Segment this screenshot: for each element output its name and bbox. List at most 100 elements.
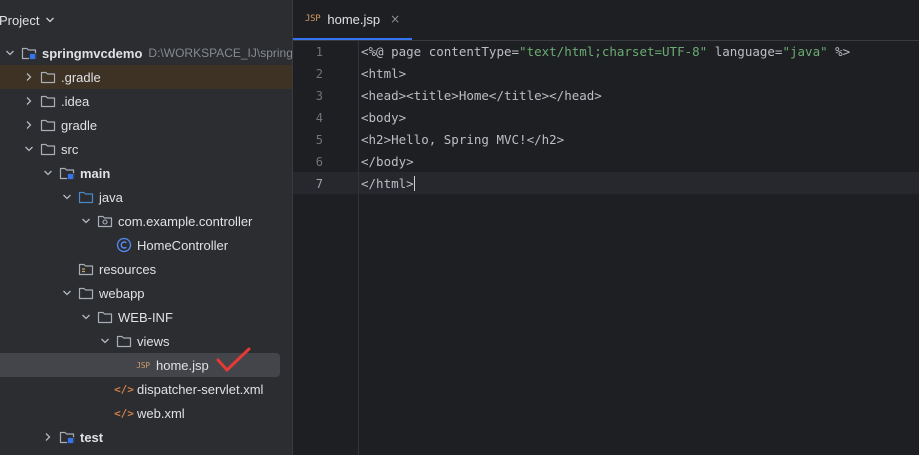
chevron-down-icon[interactable] [60, 190, 74, 204]
chevron-down-icon[interactable] [41, 166, 55, 180]
string-literal: "text/html;charset=UTF-8" [519, 44, 708, 59]
folder-icon [40, 69, 56, 85]
editor-area: JSP home.jsp × 1 2 3 4 5 6 7 <%@ page contentT… [292, 0, 919, 455]
resources-folder-icon [78, 261, 94, 277]
tree-item-label: java [99, 189, 123, 205]
folder-icon [40, 141, 56, 157]
code-line[interactable]: <html> [361, 66, 406, 81]
code-token: <%@ page contentType= [361, 44, 520, 59]
chevron-right-icon[interactable] [22, 118, 36, 132]
tree-item-web-xml[interactable]: </> web.xml [0, 401, 292, 425]
code-token: <h2>Hello, Spring MVC!</h2> [361, 132, 565, 147]
line-number: 4 [315, 111, 323, 125]
jsp-file-icon: JSP [136, 360, 150, 370]
code-line[interactable]: <head><title>Home</title></head> [361, 88, 602, 103]
package-icon [97, 213, 113, 229]
test-folder-icon [59, 429, 75, 445]
code-token: %> [827, 44, 851, 59]
class-icon [116, 237, 132, 253]
tab-home-jsp[interactable]: JSP home.jsp × [293, 0, 413, 40]
tree-item-java[interactable]: java [0, 185, 292, 209]
folder-icon [40, 117, 56, 133]
line-number: 1 [315, 45, 323, 59]
project-panel-title[interactable]: Project [0, 13, 39, 28]
tree-item-src[interactable]: src [0, 137, 292, 161]
tree-item-test[interactable]: test [0, 425, 292, 449]
chevron-down-icon[interactable] [45, 15, 55, 25]
tree-item-webapp[interactable]: webapp [0, 281, 292, 305]
code-token: <head><title>Home</title></head> [361, 88, 602, 103]
chevron-down-icon[interactable] [3, 46, 17, 60]
chevron-down-icon[interactable] [98, 334, 112, 348]
tree-item-web-inf[interactable]: WEB-INF [0, 305, 292, 329]
tree-item-label: views [137, 333, 170, 349]
editor-tab-bar: JSP home.jsp × [293, 0, 919, 41]
tree-item-springmvcdemo[interactable]: springmvcdemo D:\WORKSPACE_IJ\springm [0, 41, 292, 65]
close-icon[interactable]: × [390, 12, 400, 26]
code-line[interactable]: <h2>Hello, Spring MVC!</h2> [361, 132, 564, 147]
xml-file-icon: </> [114, 382, 134, 396]
tree-item-gradle[interactable]: .gradle [0, 65, 292, 89]
module-folder-icon [21, 45, 37, 61]
source-root-folder-icon [59, 165, 75, 181]
folder-icon [97, 309, 113, 325]
tree-item-label: HomeController [137, 237, 229, 253]
code-line[interactable]: </body> [361, 154, 414, 169]
project-panel-header[interactable]: Project [0, 0, 292, 40]
jsp-file-icon: JSP [305, 14, 321, 24]
code-token: <body> [361, 110, 407, 125]
string-literal: "java" [782, 44, 828, 59]
code-token: </body> [361, 154, 414, 169]
tree-item-label: .gradle [61, 69, 101, 85]
tab-label: home.jsp [327, 11, 381, 27]
tree-item-label: springmvcdemo [42, 45, 143, 61]
tree-item-label: home.jsp [156, 357, 209, 373]
code-line[interactable]: <%@ page contentType="text/html;charset=… [361, 44, 850, 59]
line-number: 7 [315, 177, 323, 191]
tree-item-label: gradle [61, 117, 98, 133]
line-number: 2 [315, 67, 323, 81]
red-checkmark-annotation [216, 347, 251, 372]
chevron-down-icon[interactable] [22, 142, 36, 156]
source-folder-icon [78, 189, 94, 205]
tree-item-resources[interactable]: resources [0, 257, 292, 281]
folder-icon [116, 333, 132, 349]
chevron-down-icon[interactable] [60, 286, 74, 300]
tree-item-label: com.example.controller [118, 213, 253, 229]
chevron-right-icon[interactable] [22, 94, 36, 108]
chevron-right-icon[interactable] [41, 430, 55, 444]
chevron-down-icon[interactable] [79, 310, 93, 324]
tree-item-label: test [80, 429, 104, 445]
tree-item-label: WEB-INF [118, 309, 173, 325]
tree-item-main[interactable]: main [0, 161, 292, 185]
code-token: <html> [361, 66, 407, 81]
project-path-hint: D:\WORKSPACE_IJ\springm [148, 46, 292, 60]
tree-item-homecontroller[interactable]: HomeController [0, 233, 292, 257]
code-token: language= [707, 44, 783, 59]
tree-item-idea[interactable]: .idea [0, 89, 292, 113]
tree-item-com-example-controller[interactable]: com.example.controller [0, 209, 292, 233]
line-number-gutter: 1 2 3 4 5 6 7 [293, 40, 359, 455]
chevron-down-icon[interactable] [79, 214, 93, 228]
line-number: 3 [315, 89, 323, 103]
code-line[interactable]: </html> [361, 176, 415, 191]
text-caret [413, 176, 415, 191]
code-token: </html> [361, 176, 414, 191]
tree-item-gradle[interactable]: gradle [0, 113, 292, 137]
chevron-right-icon[interactable] [22, 70, 36, 84]
folder-icon [40, 93, 56, 109]
tree-item-dispatcher-servlet-xml[interactable]: </> dispatcher-servlet.xml [0, 377, 292, 401]
project-tool-window: Project springmvcdemo D:\WORKSPACE_IJ\spr… [0, 0, 292, 455]
line-number: 5 [315, 133, 323, 147]
web-folder-icon [78, 285, 94, 301]
tree-item-label: resources [99, 261, 157, 277]
code-line[interactable]: <body> [361, 110, 406, 125]
line-number: 6 [315, 155, 323, 169]
tree-item-label: dispatcher-servlet.xml [137, 381, 264, 397]
tree-item-label: .idea [61, 93, 90, 109]
